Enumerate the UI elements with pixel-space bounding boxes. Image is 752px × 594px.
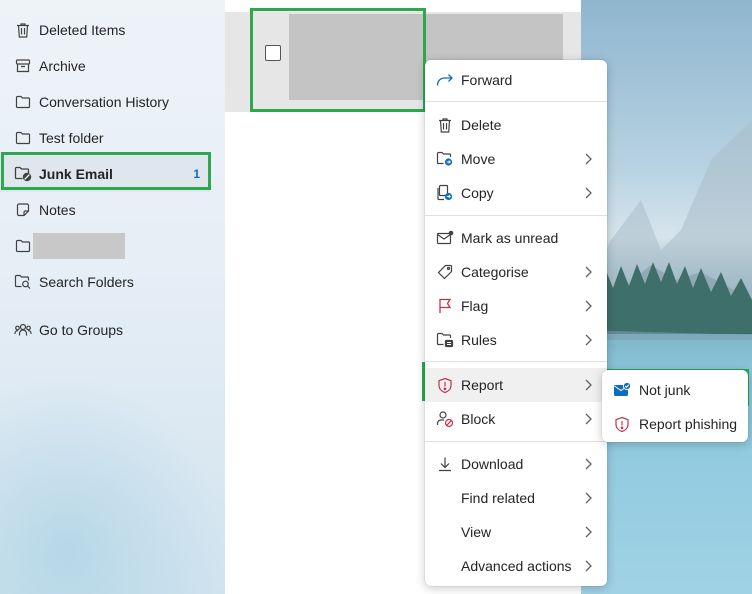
chevron-right-icon: [585, 458, 592, 470]
menu-item-label: Categorise: [461, 264, 529, 280]
rules-icon: [436, 331, 454, 349]
block-user-icon: [436, 410, 454, 428]
junk-folder-icon: [14, 165, 32, 183]
chevron-right-icon: [585, 334, 592, 346]
chevron-right-icon: [585, 300, 592, 312]
report-submenu: Not junk Report phishing: [602, 370, 748, 442]
notes-icon: [14, 201, 32, 219]
folder-conversation-history[interactable]: Conversation History: [0, 84, 210, 120]
folder-label: Conversation History: [39, 94, 169, 110]
chevron-right-icon: [585, 153, 592, 165]
submenu-item-label: Not junk: [639, 382, 691, 398]
menu-divider: [425, 361, 607, 362]
shield-alert-icon: [436, 376, 454, 394]
groups-icon: [14, 321, 32, 339]
search-folder-icon: [14, 273, 32, 291]
menu-item-find-related[interactable]: Find related: [425, 481, 607, 515]
chevron-right-icon: [585, 187, 592, 199]
menu-item-label: Delete: [461, 117, 502, 133]
tag-icon: [436, 263, 454, 281]
submenu-item-not-junk[interactable]: Not junk: [602, 373, 748, 407]
folder-archive[interactable]: Archive: [0, 48, 210, 84]
menu-item-mark-as-unread[interactable]: Mark as unread: [425, 221, 607, 255]
folder-search-folders[interactable]: Search Folders: [0, 264, 210, 300]
menu-item-view[interactable]: View: [425, 515, 607, 549]
submenu-item-label: Report phishing: [639, 416, 738, 432]
folder-label: Archive: [39, 58, 86, 74]
folder-icon: [14, 129, 32, 147]
folder-test-folder[interactable]: Test folder: [0, 120, 210, 156]
folder-deleted-items[interactable]: Deleted Items: [0, 12, 210, 48]
folder-notes[interactable]: Notes: [0, 192, 210, 228]
menu-item-delete[interactable]: Delete: [425, 108, 607, 142]
archive-icon: [14, 57, 32, 75]
menu-item-report[interactable]: Report: [425, 368, 607, 402]
menu-item-download[interactable]: Download: [425, 447, 607, 481]
menu-item-label: Find related: [461, 490, 535, 506]
menu-item-label: Download: [461, 456, 524, 472]
menu-item-forward[interactable]: Forward: [425, 63, 607, 97]
menu-item-categorise[interactable]: Categorise: [425, 255, 607, 289]
forward-icon: [436, 71, 454, 89]
chevron-right-icon: [585, 526, 592, 538]
folder-junk-email[interactable]: Junk Email 1: [0, 156, 210, 192]
folder-redacted[interactable]: [0, 228, 210, 264]
mail-unread-icon: [436, 229, 454, 247]
go-to-groups[interactable]: Go to Groups: [0, 312, 210, 348]
flag-icon: [436, 297, 454, 315]
shield-alert-icon: [613, 415, 631, 433]
folder-label: Junk Email: [39, 166, 113, 182]
folder-pane: Deleted Items Archive Conversation Histo…: [0, 0, 225, 594]
folder-label: Search Folders: [39, 274, 134, 290]
message-select-checkbox[interactable]: [265, 45, 281, 61]
chevron-right-icon: [585, 492, 592, 504]
chevron-right-icon: [585, 266, 592, 278]
menu-item-copy[interactable]: Copy: [425, 176, 607, 210]
trash-icon: [436, 116, 454, 134]
menu-divider: [425, 215, 607, 216]
folder-label: Deleted Items: [39, 22, 126, 38]
redacted-folder-name: [33, 233, 125, 259]
menu-item-label: Report: [461, 377, 504, 393]
move-folder-icon: [436, 150, 454, 168]
menu-item-move[interactable]: Move: [425, 142, 607, 176]
download-icon: [436, 455, 454, 473]
menu-item-block[interactable]: Block: [425, 402, 607, 436]
menu-divider: [425, 101, 607, 102]
menu-item-advanced-actions[interactable]: Advanced actions: [425, 549, 607, 583]
folder-icon: [14, 93, 32, 111]
menu-item-label: Move: [461, 151, 496, 167]
folder-icon: [14, 237, 32, 255]
menu-item-label: Copy: [461, 185, 494, 201]
context-menu: Forward Delete Move Copy Mark as unread …: [425, 60, 607, 586]
menu-item-rules[interactable]: Rules: [425, 323, 607, 357]
chevron-right-icon: [585, 379, 592, 391]
menu-divider: [425, 441, 607, 442]
menu-item-label: View: [461, 524, 492, 540]
menu-item-label: Advanced actions: [461, 558, 572, 574]
not-junk-icon: [613, 381, 631, 399]
submenu-item-report-phishing[interactable]: Report phishing: [602, 407, 748, 441]
menu-item-label: Flag: [461, 298, 489, 314]
copy-icon: [436, 184, 454, 202]
menu-item-flag[interactable]: Flag: [425, 289, 607, 323]
menu-item-label: Forward: [461, 72, 513, 88]
folder-label: Notes: [39, 202, 76, 218]
trash-icon: [14, 21, 32, 39]
chevron-right-icon: [585, 560, 592, 572]
folder-label: Test folder: [39, 130, 104, 146]
menu-item-label: Block: [461, 411, 496, 427]
chevron-right-icon: [585, 413, 592, 425]
menu-item-label: Mark as unread: [461, 230, 559, 246]
menu-item-label: Rules: [461, 332, 497, 348]
unread-count-badge: 1: [193, 167, 200, 181]
folder-label: Go to Groups: [39, 322, 124, 338]
